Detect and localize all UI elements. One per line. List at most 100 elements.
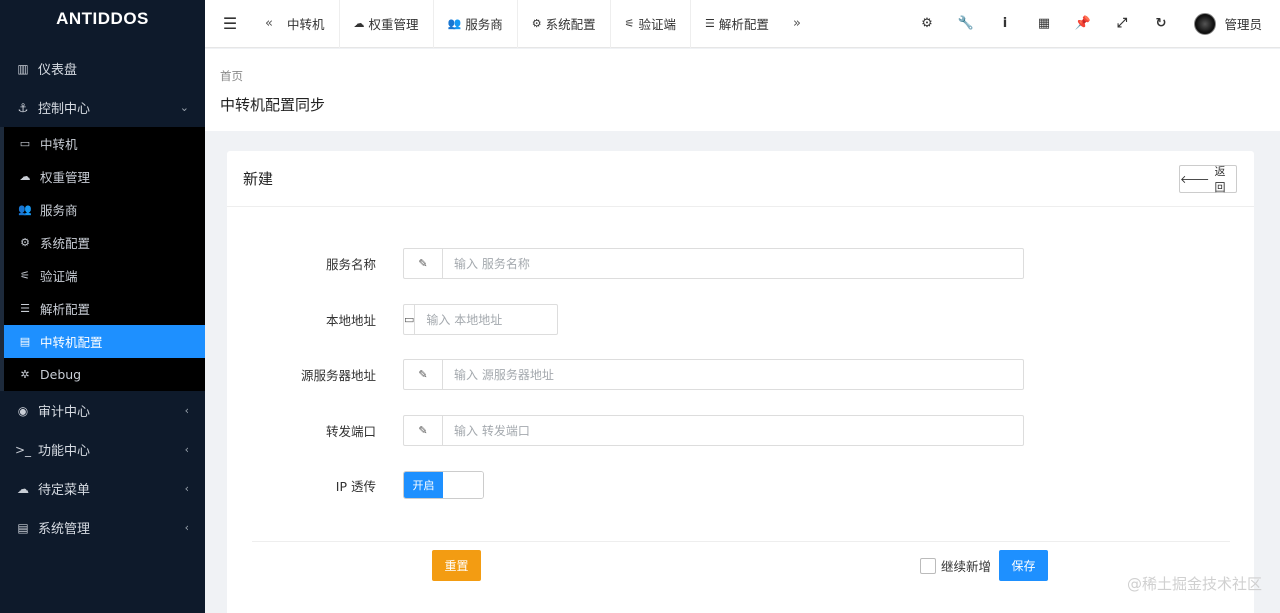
sidebar-item-label: 控制中心 — [38, 102, 91, 117]
tab-relay[interactable]: 中转机 — [283, 0, 339, 48]
tab-label: 权重管理 — [368, 17, 419, 32]
local-address-input[interactable] — [415, 305, 577, 334]
pencil-icon: ✎ — [404, 249, 443, 278]
sidebar-item-pending[interactable]: ☁ 待定菜单 ‹ — [0, 469, 205, 508]
user-name[interactable]: 管理员 — [1224, 14, 1262, 33]
service-name-input[interactable] — [443, 249, 1023, 278]
origin-address-input[interactable] — [443, 360, 1023, 389]
chevron-left-icon: ‹ — [184, 521, 189, 534]
forward-port-input[interactable] — [443, 416, 1023, 445]
sidebar-item-system-admin[interactable]: ▤ 系统管理 ‹ — [0, 508, 205, 547]
service-name-field: ✎ — [403, 248, 1024, 279]
back-button-label: 返回 — [1214, 164, 1226, 194]
refresh-icon[interactable]: ↻ — [1141, 16, 1180, 31]
tab-system-config[interactable]: ⚙ 系统配置 — [516, 0, 610, 48]
tab-label: 解析配置 — [718, 17, 769, 32]
sidebar: ANTIDDOS ▥ 仪表盘 ⚓ 控制中心 ⌄ ▭ 中转机 ☁ 权重管理 👥 服… — [0, 0, 205, 613]
avatar[interactable] — [1194, 12, 1217, 35]
sidebar-item-verifier[interactable]: ⚟ 验证端 — [4, 259, 205, 292]
control-center-submenu: ▭ 中转机 ☁ 权重管理 👥 服务商 ⚙ 系统配置 ⚟ 验证端 ☰ 解析配置 ▤… — [0, 127, 205, 391]
pencil-icon: ✎ — [404, 416, 443, 445]
chevron-left-icon: ‹ — [184, 482, 189, 495]
sidebar-item-functions[interactable]: >_ 功能中心 ‹ — [0, 430, 205, 469]
sliders-icon: ⚟ — [624, 17, 635, 30]
gear-icon: ⚙ — [20, 236, 30, 249]
field-label: 服务名称 — [325, 257, 376, 272]
pin-icon[interactable]: 📌 — [1063, 16, 1102, 31]
tab-provider[interactable]: 👥 服务商 — [432, 0, 517, 48]
sidebar-item-label: 系统配置 — [40, 236, 91, 251]
tab-verifier[interactable]: ⚟ 验证端 — [609, 0, 690, 48]
sidebar-item-system-config[interactable]: ⚙ 系统配置 — [4, 226, 205, 259]
tab-weight[interactable]: ☁ 权重管理 — [338, 0, 433, 48]
local-address-field: ▭ — [403, 304, 577, 335]
tabs-next-icon[interactable]: » — [783, 16, 811, 31]
list-icon: ☰ — [20, 302, 30, 315]
switch-on-label: 开启 — [404, 472, 443, 498]
tab-label: 验证端 — [638, 17, 677, 32]
forward-port-field: ✎ — [403, 415, 1024, 446]
sidebar-item-label: 验证端 — [40, 269, 78, 284]
cloud-icon: ☁ — [17, 481, 29, 496]
bar-chart-icon: ▥ — [17, 61, 29, 76]
sidebar-item-label: 功能中心 — [38, 444, 91, 459]
form-row-origin-address: 源服务器地址 ✎ — [227, 359, 1024, 390]
anchor-icon: ⚓ — [17, 100, 29, 115]
sidebar-item-control-center[interactable]: ⚓ 控制中心 ⌄ — [0, 88, 205, 127]
sidebar-item-audit[interactable]: ◉ 审计中心 ‹ — [0, 391, 205, 430]
save-button[interactable]: 保存 — [999, 550, 1048, 581]
reset-button[interactable]: 重置 — [432, 550, 481, 581]
tabs-prev-icon[interactable]: « — [255, 16, 283, 31]
tab-label: 系统配置 — [545, 17, 596, 32]
gear-icon: ⚙ — [531, 17, 542, 30]
tab-label: 服务商 — [465, 17, 503, 32]
field-label: IP 透传 — [335, 478, 376, 494]
grid-icon[interactable]: ▦ — [1024, 16, 1063, 31]
chevron-down-icon: ⌄ — [179, 101, 189, 114]
breadcrumb[interactable]: 首页 — [220, 68, 1280, 84]
gear-icon[interactable]: ⚙ — [907, 16, 946, 31]
sidebar-item-label: Debug — [40, 367, 82, 382]
wrench-icon[interactable]: 🔧 — [946, 16, 985, 31]
sidebar-item-label: 权重管理 — [40, 170, 91, 185]
info-icon[interactable]: i — [985, 16, 1024, 31]
field-label: 源服务器地址 — [300, 368, 376, 383]
continue-add-checkbox[interactable] — [920, 557, 936, 574]
continue-add-option[interactable]: 继续新增 — [920, 556, 991, 575]
sidebar-item-label: 仪表盘 — [38, 63, 78, 78]
tab-dns-config[interactable]: ☰ 解析配置 — [690, 0, 783, 48]
terminal-icon: >_ — [15, 442, 32, 457]
form-row-ip-passthrough: IP 透传 开启 — [227, 471, 484, 499]
sidebar-item-label: 服务商 — [40, 203, 78, 218]
switch-off-area — [443, 472, 483, 498]
back-button[interactable]: 🡐 返回 — [1179, 164, 1237, 194]
menu-toggle-icon[interactable]: ☰ — [205, 14, 255, 33]
card-header: 新建 🡐 返回 — [227, 151, 1254, 207]
sidebar-item-label: 系统管理 — [38, 522, 91, 537]
form-card: 新建 🡐 返回 服务名称 ✎ 本地地址 ▭ 源服务器地址 ✎ 转发端口 ✎ — [227, 151, 1254, 613]
sidebar-item-provider[interactable]: 👥 服务商 — [4, 193, 205, 226]
page-header: 首页 中转机配置同步 — [205, 49, 1280, 131]
sidebar-item-dns-config[interactable]: ☰ 解析配置 — [4, 292, 205, 325]
ip-passthrough-switch[interactable]: 开启 — [403, 471, 484, 499]
divider — [252, 541, 1230, 542]
eye-icon: ◉ — [17, 403, 29, 418]
toolbar-right: ⚙ 🔧 i ▦ 📌 ⤢ ↻ 管理员 — [907, 0, 1280, 48]
fullscreen-icon[interactable]: ⤢ — [1102, 16, 1141, 31]
sidebar-item-debug[interactable]: ✲ Debug — [4, 358, 205, 391]
sidebar-item-label: 待定菜单 — [38, 483, 91, 498]
sidebar-item-weight[interactable]: ☁ 权重管理 — [4, 160, 205, 193]
sidebar-item-label: 中转机 — [40, 137, 78, 152]
sliders-icon: ⚟ — [20, 269, 30, 282]
sidebar-item-relay[interactable]: ▭ 中转机 — [4, 127, 205, 160]
cloud-icon: ☁ — [353, 17, 365, 30]
page-title: 中转机配置同步 — [220, 96, 326, 114]
sidebar-item-dashboard[interactable]: ▥ 仪表盘 — [0, 49, 205, 88]
tab-label: 中转机 — [287, 17, 325, 32]
logo: ANTIDDOS — [56, 9, 149, 28]
form-row-local-address: 本地地址 ▭ — [227, 304, 577, 335]
sidebar-item-label: 解析配置 — [40, 302, 91, 317]
chevron-left-icon: ‹ — [184, 443, 189, 456]
sidebar-item-relay-config[interactable]: ▤ 中转机配置 — [4, 325, 205, 358]
users-icon: 👥 — [18, 203, 32, 216]
